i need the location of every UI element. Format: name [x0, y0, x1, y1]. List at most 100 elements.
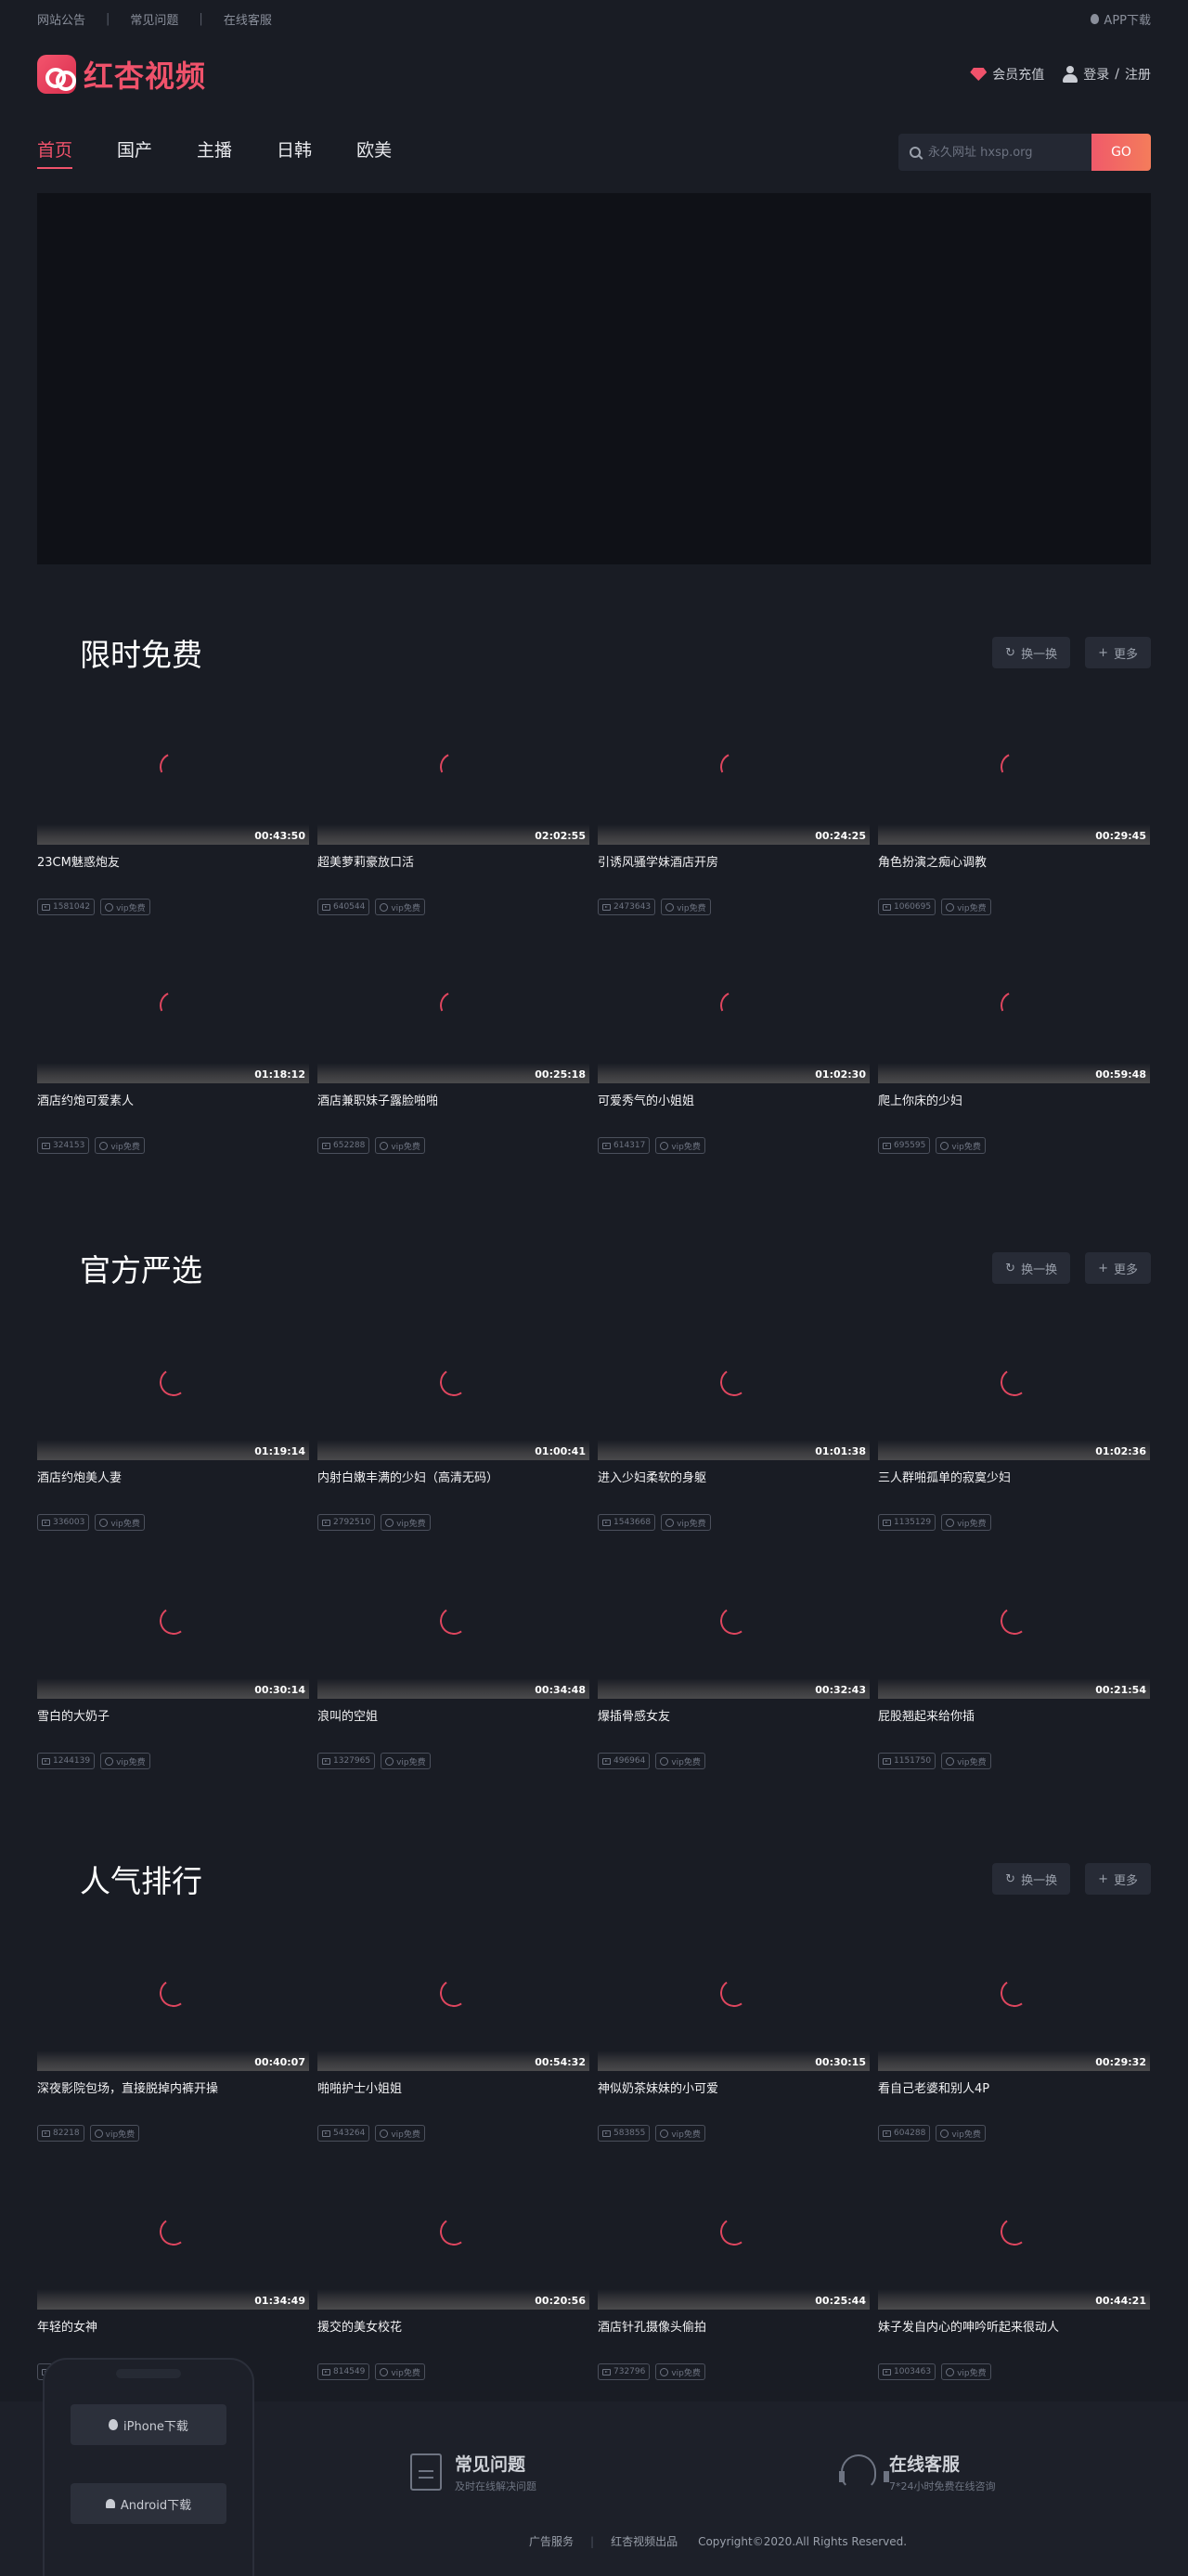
video-thumbnail[interactable]: 00:40:07 — [37, 1925, 309, 2071]
video-card[interactable]: 02:02:55 超美萝莉豪放口活 640544 vip免费 — [317, 699, 589, 938]
register-link[interactable]: 注册 — [1125, 65, 1151, 84]
search-input[interactable] — [928, 145, 1086, 160]
tab-streamers[interactable]: 主播 — [197, 136, 232, 169]
video-card[interactable]: 00:30:14 雪白的大奶子 1244139 vip免费 — [37, 1553, 309, 1792]
video-title[interactable]: 酒店约炮可爱素人 — [37, 1091, 309, 1109]
video-thumbnail[interactable]: 01:00:41 — [317, 1314, 589, 1460]
tab-home[interactable]: 首页 — [37, 136, 73, 169]
video-card[interactable]: 00:43:50 23CM魅惑炮友 1581042 vip免费 — [37, 699, 309, 938]
video-thumbnail[interactable]: 00:54:32 — [317, 1925, 589, 2071]
video-thumbnail[interactable]: 01:18:12 — [37, 938, 309, 1083]
video-title[interactable]: 神似奶茶妹妹的小可爱 — [598, 2078, 870, 2097]
video-title[interactable]: 浪叫的空姐 — [317, 1706, 589, 1725]
video-thumbnail[interactable]: 00:29:32 — [878, 1925, 1150, 2071]
customer-service-link[interactable]: 在线客服 — [224, 10, 272, 28]
video-thumbnail[interactable]: 00:30:15 — [598, 1925, 870, 2071]
footer-service[interactable]: 在线客服 7*24小时免费在线咨询 — [839, 2451, 996, 2493]
video-title[interactable]: 角色扮演之痴心调教 — [878, 852, 1150, 871]
video-thumbnail[interactable]: 01:34:49 — [37, 2164, 309, 2310]
video-card[interactable]: 01:00:41 内射白嫩丰满的少妇（高清无码） 2792510 vip免费 — [317, 1314, 589, 1553]
android-download-button[interactable]: Android下载 — [71, 2483, 226, 2524]
video-card[interactable]: 00:21:54 屁股翘起来给你插 1151750 vip免费 — [878, 1553, 1150, 1792]
video-thumbnail[interactable]: 00:25:44 — [598, 2164, 870, 2310]
video-card[interactable]: 00:30:15 神似奶茶妹妹的小可爱 583855 vip免费 — [598, 1925, 870, 2164]
video-title[interactable]: 内射白嫩丰满的少妇（高清无码） — [317, 1468, 589, 1486]
video-title[interactable]: 进入少妇柔软的身躯 — [598, 1468, 870, 1486]
video-title[interactable]: 三人群啪孤单的寂寞少妇 — [878, 1468, 1150, 1486]
section-header: 官方严选 ↻ 换一换 + 更多 — [37, 1222, 1151, 1314]
video-card[interactable]: 00:25:18 酒店兼职妹子露脸啪啪 652288 vip免费 — [317, 938, 589, 1176]
video-card[interactable]: 00:44:21 妹子发自内心的呻吟听起来很动人 1003463 vip免费 — [878, 2164, 1150, 2402]
video-title[interactable]: 酒店兼职妹子露脸啪啪 — [317, 1091, 589, 1109]
video-thumbnail[interactable]: 01:02:36 — [878, 1314, 1150, 1460]
video-thumbnail[interactable]: 00:21:54 — [878, 1553, 1150, 1699]
login-link[interactable]: 登录 — [1083, 65, 1109, 84]
logo[interactable]: 红杏视频 — [37, 53, 206, 96]
video-title[interactable]: 可爱秀气的小姐姐 — [598, 1091, 870, 1109]
video-thumbnail[interactable]: 00:43:50 — [37, 699, 309, 845]
search-go-button[interactable]: GO — [1091, 134, 1151, 171]
video-title[interactable]: 妹子发自内心的呻吟听起来很动人 — [878, 2317, 1150, 2336]
ad-service-link[interactable]: 广告服务 — [529, 2533, 574, 2549]
video-title[interactable]: 年轻的女神 — [37, 2317, 309, 2336]
video-thumbnail[interactable]: 00:59:48 — [878, 938, 1150, 1083]
video-title[interactable]: 援交的美女校花 — [317, 2317, 589, 2336]
video-card[interactable]: 01:02:36 三人群啪孤单的寂寞少妇 1135129 vip免费 — [878, 1314, 1150, 1553]
announcement-link[interactable]: 网站公告 — [37, 10, 85, 28]
video-card[interactable]: 01:01:38 进入少妇柔软的身躯 1543668 vip免费 — [598, 1314, 870, 1553]
video-thumbnail[interactable]: 00:29:45 — [878, 699, 1150, 845]
video-thumbnail[interactable]: 01:19:14 — [37, 1314, 309, 1460]
more-button[interactable]: + 更多 — [1085, 1252, 1151, 1284]
video-card[interactable]: 00:59:48 爬上你床的少妇 695595 vip免费 — [878, 938, 1150, 1176]
video-title[interactable]: 引诱风骚学妹酒店开房 — [598, 852, 870, 871]
video-title[interactable]: 酒店约炮美人妻 — [37, 1468, 309, 1486]
video-title[interactable]: 爬上你床的少妇 — [878, 1091, 1150, 1109]
video-title[interactable]: 深夜影院包场，直接脱掉内裤开操 — [37, 2078, 309, 2097]
app-download-link[interactable]: APP下载 — [1091, 10, 1151, 28]
video-card[interactable]: 00:40:07 深夜影院包场，直接脱掉内裤开操 82218 vip免费 — [37, 1925, 309, 2164]
video-thumbnail[interactable]: 02:02:55 — [317, 699, 589, 845]
faq-link[interactable]: 常见问题 — [130, 10, 178, 28]
refresh-button[interactable]: ↻ 换一换 — [992, 637, 1071, 668]
iphone-download-button[interactable]: iPhone下载 — [71, 2404, 226, 2445]
video-card[interactable]: 00:25:44 酒店针孔摄像头偷拍 732796 vip免费 — [598, 2164, 870, 2402]
video-card[interactable]: 01:02:30 可爱秀气的小姐姐 614317 vip免费 — [598, 938, 870, 1176]
refresh-button[interactable]: ↻ 换一换 — [992, 1252, 1071, 1284]
video-title[interactable]: 超美萝莉豪放口活 — [317, 852, 589, 871]
video-title[interactable]: 屁股翘起来给你插 — [878, 1706, 1150, 1725]
video-thumbnail[interactable]: 00:24:25 — [598, 699, 870, 845]
video-title[interactable]: 雪白的大奶子 — [37, 1706, 309, 1725]
video-thumbnail[interactable]: 00:20:56 — [317, 2164, 589, 2310]
more-button[interactable]: + 更多 — [1085, 1863, 1151, 1895]
banner[interactable] — [37, 193, 1151, 564]
refresh-button[interactable]: ↻ 换一换 — [992, 1863, 1071, 1895]
video-card[interactable]: 00:34:48 浪叫的空姐 1327965 vip免费 — [317, 1553, 589, 1792]
video-title[interactable]: 啪啪护士小姐姐 — [317, 2078, 589, 2097]
video-card[interactable]: 01:18:12 酒店约炮可爱素人 324153 vip免费 — [37, 938, 309, 1176]
video-card[interactable]: 00:32:43 爆插骨感女友 496964 vip免费 — [598, 1553, 870, 1792]
video-thumbnail[interactable]: 00:25:18 — [317, 938, 589, 1083]
video-title[interactable]: 爆插骨感女友 — [598, 1706, 870, 1725]
video-card[interactable]: 00:20:56 援交的美女校花 814549 vip免费 — [317, 2164, 589, 2402]
video-card[interactable]: 00:29:32 看自己老婆和别人4P 604288 vip免费 — [878, 1925, 1150, 2164]
video-title[interactable]: 酒店针孔摄像头偷拍 — [598, 2317, 870, 2336]
tab-domestic[interactable]: 国产 — [117, 136, 152, 169]
video-card[interactable]: 01:19:14 酒店约炮美人妻 336003 vip免费 — [37, 1314, 309, 1553]
video-title[interactable]: 看自己老婆和别人4P — [878, 2078, 1150, 2097]
video-thumbnail[interactable]: 00:44:21 — [878, 2164, 1150, 2310]
video-thumbnail[interactable]: 01:02:30 — [598, 938, 870, 1083]
video-card[interactable]: 00:24:25 引诱风骚学妹酒店开房 2473643 vip免费 — [598, 699, 870, 938]
video-thumbnail[interactable]: 00:32:43 — [598, 1553, 870, 1699]
tab-japan-korea[interactable]: 日韩 — [277, 136, 312, 169]
video-thumbnail[interactable]: 00:34:48 — [317, 1553, 589, 1699]
video-card[interactable]: 00:29:45 角色扮演之痴心调教 1060695 vip免费 — [878, 699, 1150, 938]
video-thumbnail[interactable]: 00:30:14 — [37, 1553, 309, 1699]
video-card[interactable]: 00:54:32 啪啪护士小姐姐 543264 vip免费 — [317, 1925, 589, 2164]
recharge-button[interactable]: 会员充值 — [970, 65, 1044, 84]
footer-faq[interactable]: 常见问题 及时在线解决问题 — [410, 2451, 536, 2493]
video-thumbnail[interactable]: 01:01:38 — [598, 1314, 870, 1460]
video-title[interactable]: 23CM魅惑炮友 — [37, 852, 309, 871]
producer-link[interactable]: 红杏视频出品 — [611, 2533, 678, 2549]
more-button[interactable]: + 更多 — [1085, 637, 1151, 668]
tab-western[interactable]: 欧美 — [356, 136, 392, 169]
